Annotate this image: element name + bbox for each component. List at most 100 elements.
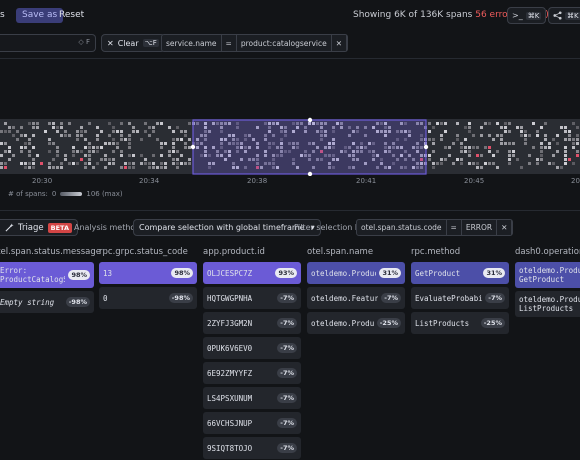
heatmap-cell [60,162,63,165]
heatmap-cell [120,150,123,153]
heatmap-cell [496,150,499,153]
error-cell [80,158,83,161]
attribute-value-cell[interactable]: Empty string -98% [0,291,94,313]
heatmap-cell [48,166,51,169]
filter-chip-service[interactable]: service.name = product:catalogservice ✕ [161,34,349,52]
selection-handle[interactable] [423,144,429,150]
cell-percent: -7% [277,443,297,453]
heatmap-cell [148,162,151,165]
terminal-button[interactable]: >_ ⌘K [507,7,547,24]
attribute-value-cell[interactable]: OLJCESPC7Z 93% [203,262,301,284]
analysis-method-select[interactable]: Compare selection with global timeframe … [133,219,321,236]
attribute-value-cell[interactable]: LS4PSXUNUM -7% [203,387,301,409]
divider [0,210,580,211]
filter-chip-status[interactable]: otel.span.status.code = ERROR ✕ [356,219,514,236]
heatmap-cell [32,126,35,129]
heatmap-cell [540,126,543,129]
heatmap-cell [548,162,551,165]
attribute-value-cell[interactable]: HQTGWGPNHA -7% [203,287,301,309]
histogram-canvas[interactable] [0,114,580,176]
heatmap-cell [480,126,483,129]
heatmap-cell [88,158,91,161]
filter-search-input[interactable]: ◇ F [0,34,96,52]
attribute-value-cell[interactable]: oteldemo.FeatureFla… -7% [307,287,405,309]
selection-handle[interactable] [307,117,313,123]
heatmap-cell [8,126,11,129]
heatmap-cell [472,162,475,165]
heatmap-cell [172,130,175,133]
heatmap-cell [120,130,123,133]
clear-filters-button[interactable]: ✕ Clear ⌥F [101,34,165,52]
attribute-column: OLJCESPC7Z 93% HQTGWGPNHA -7% 2ZYFJ3GM2N… [203,262,301,460]
column-header[interactable]: otel.span.status.message [0,247,101,257]
heatmap-cell [460,142,463,145]
column-header[interactable]: otel.span.name [307,247,373,257]
heatmap-cell [468,130,471,133]
heatmap-cell [104,142,107,145]
cell-percent: 98% [68,270,90,280]
share-button[interactable]: ⌘K [548,7,580,24]
selection-handle[interactable] [190,144,196,150]
heatmap-cell [572,138,575,141]
beta-badge: BETA [47,222,72,233]
cell-percent: -98% [65,297,90,307]
attribute-value-cell[interactable]: oteldemo.ProductCa… ListProducts [515,291,580,317]
attribute-value-cell[interactable]: 13 98% [99,262,197,284]
column-header[interactable]: rpc.grpc.status_code [99,247,188,257]
heatmap-cell [56,126,59,129]
column-header[interactable]: rpc.method [411,247,460,257]
attribute-value-cell[interactable]: 66VCHSJNUP -7% [203,412,301,434]
attribute-value-cell[interactable]: Error: ProductCatalogSer… 98% [0,262,94,288]
heatmap-cell [176,126,179,129]
heatmap-cell [508,150,511,153]
heatmap-cell [540,142,543,145]
cell-value: Error: ProductCatalogSer… [0,266,65,284]
heatmap-cell [132,154,135,157]
span-histogram[interactable]: 20:30 20:34 20:38 20:41 20:45 20: # of s… [0,114,580,198]
heatmap-cell [508,158,511,161]
filter-chip-value: product:catalogservice [240,38,327,48]
cell-value: oteldemo.FeatureFla… [311,293,379,303]
attribute-value-cell[interactable]: oteldemo.ProductCa… -25% [307,312,405,334]
heatmap-cell [556,134,559,137]
attribute-value-cell[interactable]: 6E92ZMYYFZ -7% [203,362,301,384]
attribute-value-cell[interactable]: 0 -98% [99,287,197,309]
cell-value: 0 [103,293,108,303]
attribute-value-cell[interactable]: oteldemo.ProductCat… 31% [307,262,405,284]
column-header[interactable]: dash0.operation.nam [515,247,580,257]
triage-button[interactable]: Triage BETA [0,219,78,236]
heatmap-cell [24,166,27,169]
heatmap-cell [184,162,187,165]
attribute-value-cell[interactable]: 0PUK6V6EV0 -7% [203,337,301,359]
column-header[interactable]: app.product.id [203,247,265,257]
heatmap-cell [544,138,547,141]
heatmap-cell [536,162,539,165]
attribute-value-cell[interactable]: EvaluateProbabilityI… -7% [411,287,509,309]
reset-button[interactable]: Reset [59,10,84,20]
attribute-value-cell[interactable]: 2ZYFJ3GM2N -7% [203,312,301,334]
filter-chip-operator[interactable]: = [220,35,237,51]
cell-value: 66VCHSJNUP [207,418,253,428]
heatmap-cell [12,134,15,137]
heatmap-cell [460,150,463,153]
selection-handle[interactable] [307,171,313,176]
heatmap-cell [160,162,163,165]
cell-value: 6E92ZMYYFZ [207,368,253,378]
attribute-value-cell[interactable]: 9SIQT8TOJO -7% [203,437,301,459]
heatmap-cell [116,130,119,133]
heatmap-cell [460,158,463,161]
remove-chip-icon[interactable]: ✕ [330,35,348,51]
remove-chip-icon[interactable]: ✕ [496,220,513,235]
attribute-value-cell[interactable]: GetProduct 31% [411,262,509,284]
heatmap-cell [556,150,559,153]
attribute-value-cell[interactable]: ListProducts -25% [411,312,509,334]
heatmap-cell [96,162,99,165]
heatmap-cell [456,138,459,141]
attribute-value-cell[interactable]: oteldemo.ProductCa… GetProduct [515,262,580,288]
cell-value: oteldemo.ProductCa… [311,318,374,328]
filter-chip-operator[interactable]: = [445,220,462,235]
time-selection[interactable] [192,119,427,175]
heatmap-cell [184,134,187,137]
save-as-button[interactable]: Save as [16,8,64,23]
heatmap-cell [120,138,123,141]
